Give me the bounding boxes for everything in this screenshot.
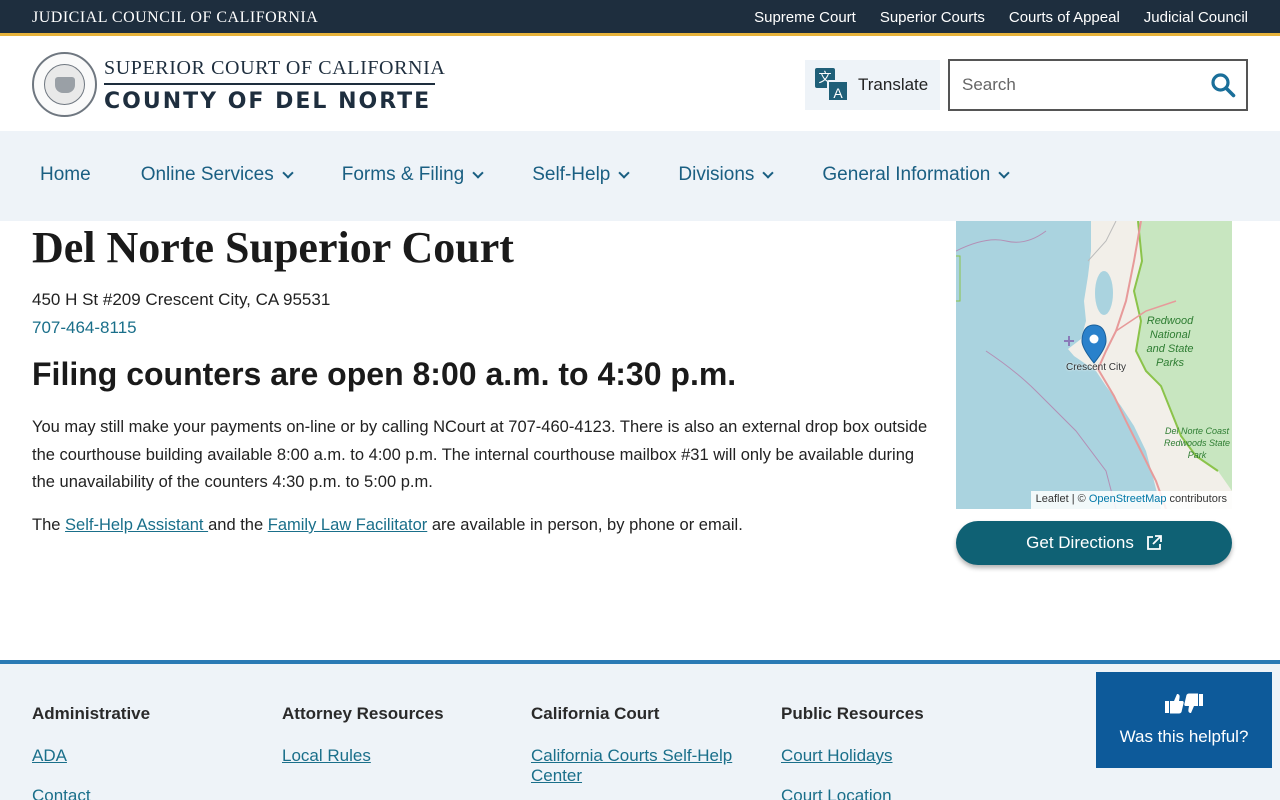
page-title: Del Norte Superior Court [32, 223, 514, 272]
search-box [948, 59, 1248, 111]
translate-label: Translate [858, 75, 929, 94]
footer-link-court-holidays[interactable]: Court Holidays [781, 746, 924, 766]
get-directions-button[interactable]: Get Directions [956, 521, 1232, 565]
top-links: Supreme Court Superior Courts Courts of … [754, 9, 1248, 26]
nav-item-home[interactable]: Home [40, 164, 91, 186]
court-address: 450 H St #209 Crescent City, CA 95531 [32, 290, 331, 309]
footer-link-contact[interactable]: Contact [32, 786, 150, 800]
map-city-label: Crescent City [1066, 362, 1127, 373]
footer-heading: Attorney Resources [282, 704, 444, 723]
chevron-down-icon [618, 166, 631, 179]
court-seal-logo[interactable] [32, 52, 97, 117]
map-park-label-2: Del Norte Coast Redwoods State Park [1163, 426, 1231, 460]
court-phone-link[interactable]: 707-464-8115 [32, 318, 137, 338]
footer-link-local-rules[interactable]: Local Rules [282, 746, 444, 766]
thumbs-up-down-icon [1165, 693, 1203, 714]
leaflet-link[interactable]: Leaflet [1036, 493, 1069, 505]
external-link-icon [1146, 535, 1162, 550]
feedback-button[interactable]: Was this helpful? [1096, 672, 1272, 768]
footer-heading: Administrative [32, 704, 151, 723]
footer-heading: Public Resources [781, 704, 924, 723]
nav-item-divisions[interactable]: Divisions [678, 164, 775, 186]
footer-col-attorney-resources: Attorney Resources Local Rules [282, 704, 444, 786]
top-bar: JUDICIAL COUNCIL OF CALIFORNIA Supreme C… [0, 0, 1280, 36]
chevron-down-icon [762, 166, 775, 179]
get-directions-label: Get Directions [1026, 533, 1134, 552]
map-park-label-1: Redwood National and State Parks [1146, 315, 1194, 369]
nav-item-forms-filing[interactable]: Forms & Filing [342, 164, 484, 186]
chevron-down-icon [998, 166, 1010, 179]
self-help-assistant-link[interactable]: Self-Help Assistant [65, 516, 208, 534]
brand-divider [104, 83, 435, 85]
footer-link-court-location[interactable]: Court Location [781, 786, 924, 800]
footer-col-california-court: California Court California Courts Self-… [531, 704, 741, 800]
feedback-label: Was this helpful? [1119, 727, 1249, 746]
brand-line-2[interactable]: COUNTY OF DEL NORTE [104, 89, 431, 114]
payment-info-text: You may still make your payments on-line… [32, 418, 928, 491]
translate-button[interactable]: 文 A Translate [805, 60, 940, 110]
search-input[interactable] [950, 61, 1200, 109]
family-law-facilitator-link[interactable]: Family Law Facilitator [268, 516, 428, 534]
main-nav: Home Online Services Forms & Filing Self… [0, 131, 1280, 221]
footer-heading: California Court [531, 704, 660, 723]
top-link-judicial-council[interactable]: Judicial Council [1144, 9, 1248, 26]
top-link-courts-of-appeal[interactable]: Courts of Appeal [1009, 9, 1120, 26]
footer-col-public-resources: Public Resources Court Holidays Court Lo… [781, 704, 924, 800]
chevron-down-icon [472, 166, 484, 179]
nav-item-self-help[interactable]: Self-Help [532, 164, 631, 186]
nav-item-online-services[interactable]: Online Services [141, 164, 294, 186]
search-icon[interactable] [1210, 72, 1236, 98]
site-footer: Administrative ADA Contact Attorney Reso… [0, 660, 1280, 800]
translate-icon: 文 A [815, 68, 849, 102]
location-map[interactable]: Crescent City Redwood National and State… [956, 221, 1232, 509]
brand-line-1[interactable]: SUPERIOR COURT OF CALIFORNIA [104, 57, 445, 80]
footer-link-ada[interactable]: ADA [32, 746, 150, 766]
site-header: SUPERIOR COURT OF CALIFORNIA COUNTY OF D… [0, 39, 1280, 131]
map-attribution: Leaflet | © OpenStreetMap contributors [1030, 491, 1232, 509]
judicial-council-title: JUDICIAL COUNCIL OF CALIFORNIA [32, 9, 319, 26]
hours-heading: Filing counters are open 8:00 a.m. to 4:… [32, 356, 737, 392]
top-link-supreme-court[interactable]: Supreme Court [754, 9, 856, 26]
top-link-superior-courts[interactable]: Superior Courts [880, 9, 985, 26]
openstreetmap-link[interactable]: OpenStreetMap [1089, 493, 1167, 505]
chevron-down-icon [282, 166, 294, 179]
footer-col-administrative: Administrative ADA Contact [32, 704, 150, 800]
assistance-info-text: The Self-Help Assistant and the Family L… [32, 516, 743, 534]
footer-link-self-help-center[interactable]: California Courts Self-Help Center [531, 746, 741, 786]
nav-item-general-information[interactable]: General Information [822, 164, 1010, 186]
